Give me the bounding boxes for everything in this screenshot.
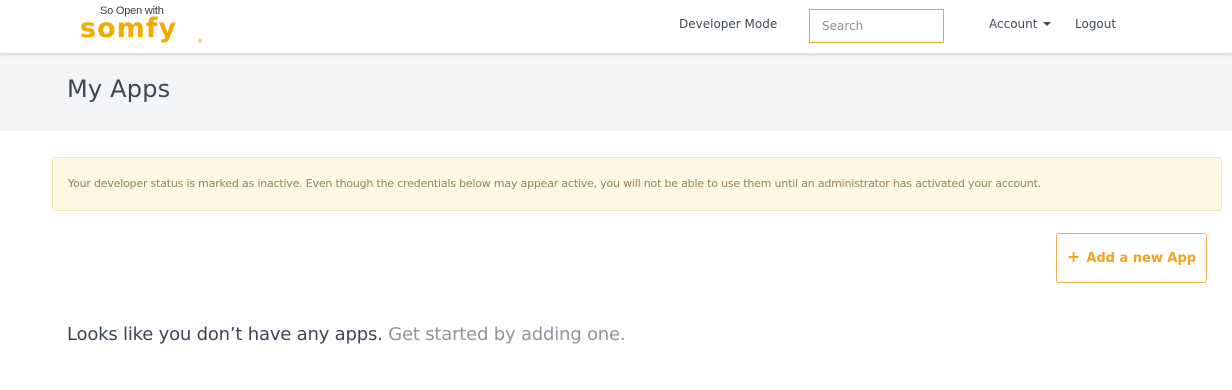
- somfy-logo[interactable]: So Open with somfy ®: [80, 5, 205, 49]
- add-new-app-label: Add a new App: [1086, 250, 1197, 266]
- plus-icon: +: [1066, 247, 1081, 266]
- top-navbar: So Open with somfy ® Developer Mode Acco…: [0, 0, 1232, 54]
- search-input[interactable]: [809, 9, 944, 43]
- empty-state-sub: Get started by adding one.: [388, 324, 626, 345]
- account-dropdown[interactable]: Account: [989, 17, 1052, 31]
- inactive-status-alert: Your developer status is marked as inact…: [52, 157, 1222, 211]
- developer-mode-link[interactable]: Developer Mode: [679, 17, 777, 31]
- logout-link[interactable]: Logout: [1075, 17, 1116, 31]
- page-title-band: My Apps: [0, 54, 1232, 131]
- empty-state-message: Looks like you don’t have any apps. Get …: [67, 324, 626, 345]
- add-new-app-button[interactable]: + Add a new App: [1056, 233, 1207, 283]
- empty-state-main: Looks like you don’t have any apps.: [67, 324, 383, 345]
- caret-down-icon: [1043, 21, 1052, 26]
- logo-wordmark: somfy: [80, 13, 178, 44]
- registered-mark: ®: [197, 38, 203, 45]
- account-label: Account: [989, 17, 1038, 31]
- alert-message: Your developer status is marked as inact…: [68, 177, 1041, 190]
- page-title: My Apps: [67, 75, 171, 103]
